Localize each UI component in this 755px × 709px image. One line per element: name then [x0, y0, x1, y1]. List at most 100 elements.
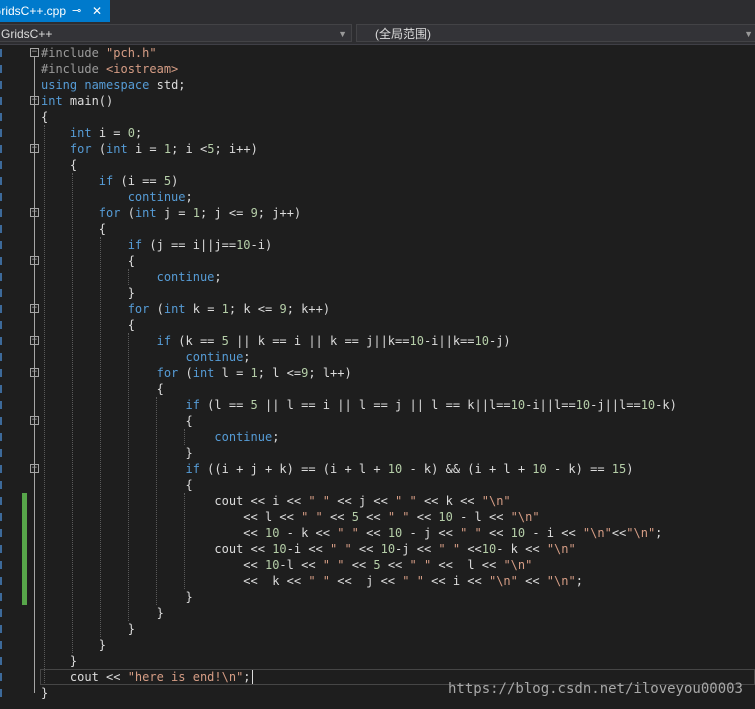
code-line[interactable]: for (int k = 1; k <= 9; k++)	[41, 301, 330, 317]
code-line[interactable]: #include <iostream>	[41, 61, 178, 77]
code-line[interactable]: << k << " " << j << " " << i << "\n" << …	[41, 573, 583, 589]
code-line[interactable]: for (int j = 1; j <= 9; j++)	[41, 205, 301, 221]
code-token: - j <<	[402, 526, 461, 540]
code-line[interactable]: {	[41, 317, 135, 333]
text-caret	[252, 670, 253, 684]
line-marker	[0, 465, 2, 473]
code-line[interactable]: cout << 10-i << " " << 10-j << " " <<10-…	[41, 541, 576, 557]
code-token: <<	[380, 558, 410, 572]
code-line[interactable]: if (k == 5 || k == i || k == j||k==10-i|…	[41, 333, 511, 349]
code-line[interactable]: {	[41, 221, 106, 237]
code-line[interactable]: }	[41, 653, 77, 669]
code-token: 10	[481, 542, 497, 556]
code-line[interactable]: }	[41, 621, 135, 637]
code-token: " "	[387, 510, 410, 524]
code-line[interactable]: int i = 0;	[41, 125, 142, 141]
code-token: }	[41, 590, 193, 604]
code-line[interactable]: continue;	[41, 349, 251, 365]
line-marker	[0, 289, 2, 297]
tab-gridscpp[interactable]: GridsC++.cpp ⊸ ✕	[0, 0, 110, 22]
pin-icon[interactable]: ⊸	[72, 0, 81, 22]
editor-gutter[interactable]	[0, 45, 30, 709]
code-token: << j <<	[330, 494, 396, 508]
code-token: using	[41, 78, 78, 92]
code-line[interactable]: int main()	[41, 93, 113, 109]
collapse-icon[interactable]: −	[30, 48, 39, 57]
code-line[interactable]: << 10-l << " " << 5 << " " << l << "\n"	[41, 557, 532, 573]
close-icon[interactable]: ✕	[92, 0, 102, 22]
code-line[interactable]: }	[41, 285, 135, 301]
line-marker	[0, 577, 2, 585]
code-token: 10	[387, 462, 403, 476]
code-token: ;	[272, 430, 280, 444]
code-token: ((i + j + k) == (i + l +	[199, 462, 388, 476]
code-token: "pch.h"	[106, 46, 157, 60]
outline-line	[34, 57, 35, 693]
code-token: if	[98, 174, 114, 188]
code-line[interactable]: if (l == 5 || l == i || l == j || l == k…	[41, 397, 677, 413]
line-marker	[0, 225, 2, 233]
line-marker	[0, 529, 2, 537]
watermark: https://blog.csdn.net/iloveyou00003	[447, 681, 743, 697]
code-line[interactable]: }	[41, 685, 48, 701]
code-token: "\n"	[546, 542, 576, 556]
code-token: -k)	[655, 398, 677, 412]
code-line[interactable]: }	[41, 605, 164, 621]
code-token: "\n"	[510, 510, 540, 524]
code-line[interactable]: for (int l = 1; l <=9; l++)	[41, 365, 352, 381]
code-line[interactable]: }	[41, 589, 193, 605]
code-line[interactable]: continue;	[41, 269, 222, 285]
code-token: #include	[41, 46, 107, 60]
code-line[interactable]: << 10 - k << " " << 10 - j << " " << 10 …	[41, 525, 662, 541]
line-marker	[0, 305, 2, 313]
line-marker	[0, 113, 2, 121]
line-marker	[0, 401, 2, 409]
code-line[interactable]: continue;	[41, 189, 193, 205]
code-line[interactable]: using namespace std;	[41, 77, 186, 93]
code-token: {	[41, 110, 49, 124]
code-token: " "	[395, 494, 417, 508]
code-token: <iostream>	[106, 62, 179, 76]
code-token: " "	[460, 526, 482, 540]
code-token: ; j++)	[257, 206, 302, 220]
code-line[interactable]: }	[41, 445, 192, 461]
code-line[interactable]: #include "pch.h"	[41, 45, 157, 61]
code-token: 10	[510, 526, 526, 540]
project-dropdown[interactable]: GridsC++ ▼	[0, 24, 352, 42]
code-line[interactable]: {	[41, 477, 192, 493]
code-token: 10	[236, 238, 251, 252]
code-token: (	[120, 206, 135, 220]
code-line[interactable]: << l << " " << 5 << " " << 10 - l << "\n…	[41, 509, 540, 525]
code-line[interactable]: {	[41, 157, 77, 173]
code-line[interactable]: continue;	[41, 429, 279, 445]
code-line[interactable]: if ((i + j + k) == (i + l + 10 - k) && (…	[41, 461, 634, 477]
line-marker	[0, 65, 2, 73]
code-line[interactable]: }	[41, 637, 106, 653]
code-line[interactable]: if (i == 5)	[41, 173, 179, 189]
code-line[interactable]: if (j == i||j==10-i)	[41, 237, 273, 253]
code-token: ;	[655, 526, 663, 540]
line-marker	[0, 545, 2, 553]
code-line[interactable]: {	[41, 109, 48, 125]
line-marker	[0, 337, 2, 345]
scope-dropdown[interactable]: (全局范围) ▼	[356, 24, 755, 42]
code-line[interactable]: cout << i << " " << j << " " << k << "\n…	[41, 493, 510, 509]
code-token: "\n"	[503, 558, 533, 572]
code-line[interactable]: {	[41, 413, 192, 429]
code-token: 10	[264, 526, 280, 540]
code-token: {	[41, 158, 78, 172]
code-line[interactable]: cout << "here is end!\n";	[41, 669, 251, 685]
code-line[interactable]: {	[41, 253, 135, 269]
code-line[interactable]: for (int i = 1; i <5; i++)	[41, 141, 258, 157]
code-token: if	[156, 334, 172, 348]
line-marker	[0, 561, 2, 569]
code-token: (	[91, 142, 107, 156]
code-line[interactable]: {	[41, 381, 164, 397]
